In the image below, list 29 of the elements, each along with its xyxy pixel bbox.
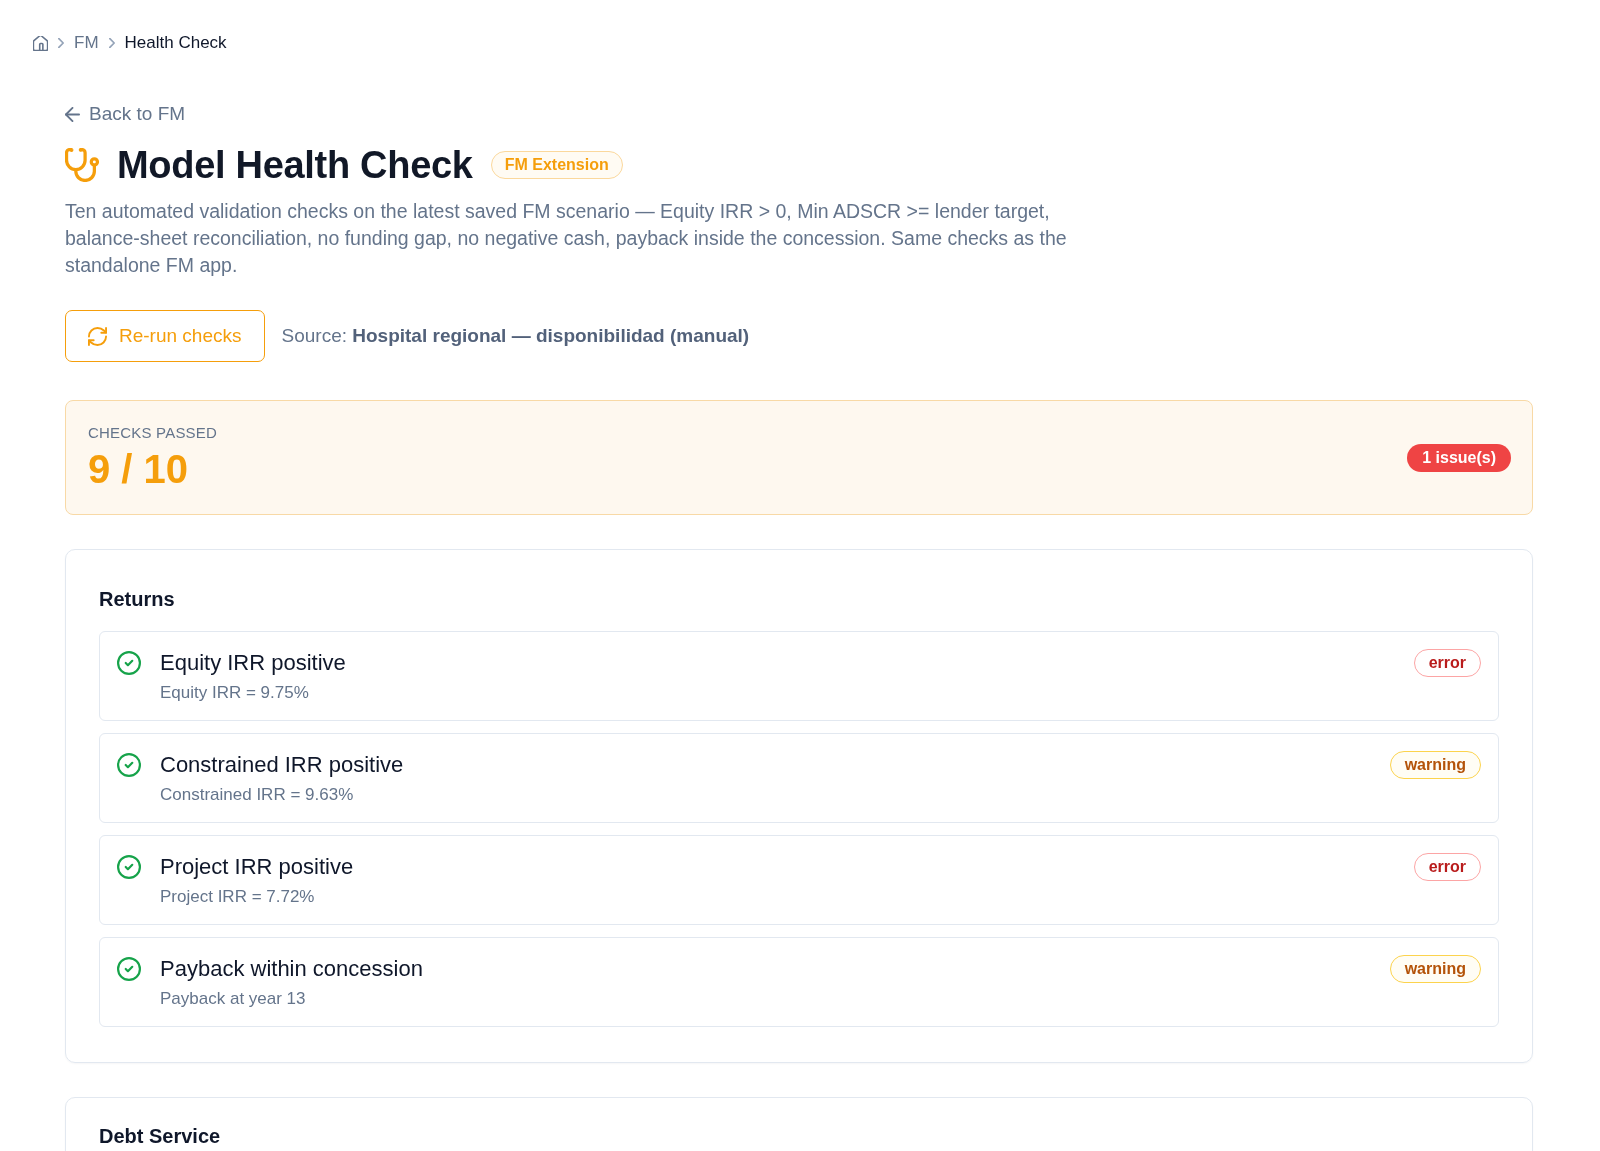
severity-badge: error xyxy=(1413,853,1481,881)
check-detail: Constrained IRR = 9.63% xyxy=(160,784,354,806)
checks-passed-label: CHECKS PASSED xyxy=(88,424,218,442)
page-description: Ten automated validation checks on the latest saved FM scenario — Equity IRR > 0, Min ADSCR >= lender target, balance-sheet reconciliation, no funding gap, no negative cash, payback inside the concession. Same checks as the standalone FM app. xyxy=(65,199,1068,278)
severity-badge: warning xyxy=(1389,751,1481,779)
check-detail: Payback at year 13 xyxy=(160,988,306,1010)
back-link[interactable]: Back to FM xyxy=(65,102,186,126)
issues-badge: 1 issue(s) xyxy=(1407,443,1511,472)
check-title: Equity IRR positive xyxy=(160,649,346,677)
check-title: Constrained IRR positive xyxy=(160,751,404,779)
source-text: Source: Hospital regional — disponibilidad (manual) xyxy=(281,325,750,347)
breadcrumb-link[interactable]: Health Check xyxy=(124,33,227,53)
check-title: Project IRR positive xyxy=(160,853,354,881)
check-detail: Equity IRR = 9.75% xyxy=(160,682,309,704)
section-title: Returns xyxy=(99,587,175,611)
check-title: Payback within concession xyxy=(160,955,423,983)
severity-badge: error xyxy=(1413,649,1481,677)
home-icon[interactable] xyxy=(33,35,48,51)
chevron-icon xyxy=(108,38,115,48)
stethoscope-icon xyxy=(65,148,99,182)
refresh-icon xyxy=(88,326,107,346)
breadcrumb-link[interactable]: FM xyxy=(74,33,99,53)
checks-passed-value: 9 / 10 xyxy=(88,447,190,491)
chevron-icon xyxy=(58,38,64,48)
section-title: Debt Service xyxy=(99,1125,221,1147)
extension-badge: FM Extension xyxy=(490,151,623,179)
severity-badge: warning xyxy=(1389,955,1481,983)
check-detail: Project IRR = 7.72% xyxy=(160,886,315,908)
page-title: Model Health Check xyxy=(117,143,473,187)
